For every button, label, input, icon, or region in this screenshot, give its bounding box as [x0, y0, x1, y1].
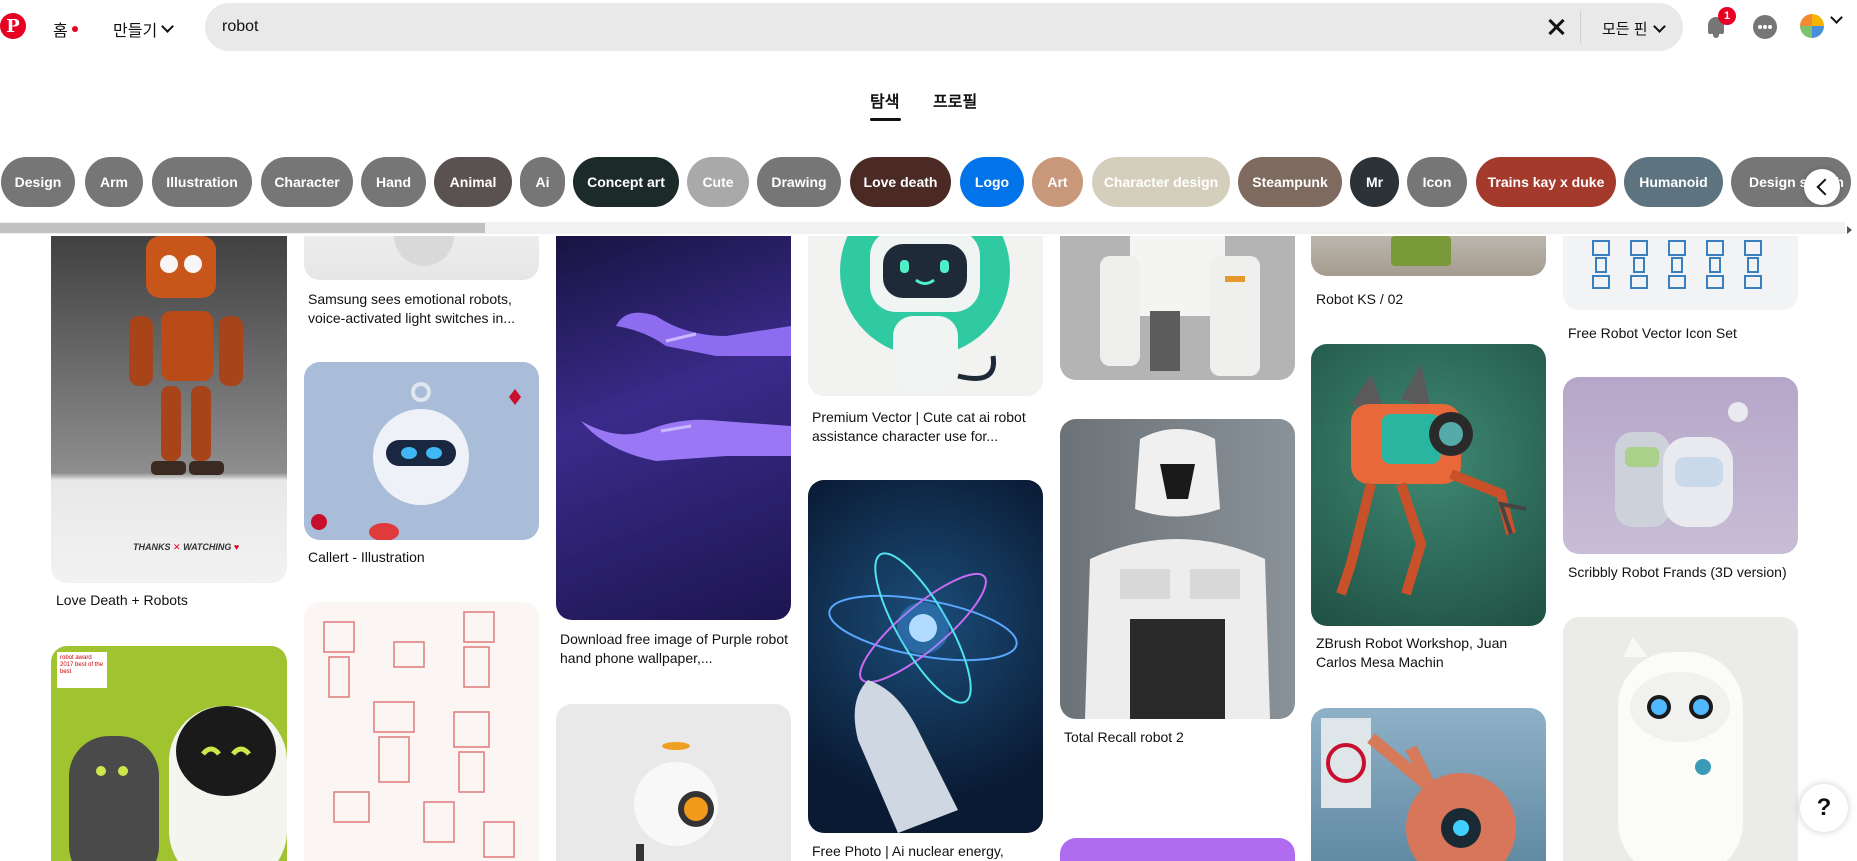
pin-orange-sphere-robot[interactable]	[1311, 708, 1546, 861]
pin-purple-partial[interactable]	[1060, 838, 1295, 861]
chip-hand[interactable]: Hand	[361, 157, 426, 207]
pin-caption[interactable]: Samsung sees emotional robots, voice-act…	[308, 290, 538, 328]
pin-caption[interactable]: Scribbly Robot Frands (3D version)	[1568, 563, 1798, 582]
pin-grid: THANKS ✕ WATCHING ♥ Love Death + Robots …	[0, 236, 1857, 861]
pin-caption[interactable]: Free Photo | Ai nuclear energy,	[812, 842, 1042, 861]
chip-mr[interactable]: Mr	[1350, 157, 1399, 207]
pin-samsung-robot[interactable]	[304, 236, 539, 280]
pin-cute-cat-ai-robot[interactable]	[808, 236, 1043, 396]
pin-caption[interactable]: Callert - Illustration	[308, 548, 538, 567]
chip-label: Art	[1047, 174, 1068, 190]
chip-art[interactable]: Art	[1032, 157, 1083, 207]
chip-label: Love death	[863, 174, 938, 190]
tab-profile[interactable]: 프로필	[933, 88, 977, 112]
chevron-down-icon[interactable]	[1830, 11, 1843, 24]
chip-illustration[interactable]: Illustration	[152, 157, 252, 207]
pin-robot-award[interactable]: robot award 2017 best of the best	[51, 646, 287, 861]
home-notification-dot	[71, 26, 78, 32]
chip-animal[interactable]: Animal	[434, 157, 512, 207]
chip-label: Ai	[535, 174, 550, 190]
pin-caption[interactable]: Love Death + Robots	[56, 591, 286, 610]
help-button[interactable]: ?	[1800, 784, 1848, 832]
pin-caption[interactable]: Free Robot Vector Icon Set	[1568, 324, 1798, 343]
avatar[interactable]	[1800, 14, 1824, 38]
chip-trains-kay-x-duke[interactable]: Trains kay x duke	[1476, 157, 1616, 207]
chip-character-design[interactable]: Character design	[1092, 157, 1230, 207]
search-filter-label: 모든 핀	[1602, 21, 1648, 38]
search-input[interactable]	[222, 18, 1522, 36]
pin-white-mech[interactable]	[1060, 236, 1295, 380]
chip-label: Logo	[974, 174, 1010, 190]
chip-design[interactable]: Design	[1, 157, 75, 207]
notification-badge: 1	[1718, 7, 1736, 25]
chip-humanoid[interactable]: Humanoid	[1624, 157, 1723, 207]
pin-free-robot-vector-icon-set[interactable]	[1563, 236, 1798, 310]
pin-purple-robot-hand[interactable]	[556, 236, 791, 620]
chip-logo[interactable]: Logo	[960, 157, 1024, 207]
chevron-down-icon	[161, 20, 175, 33]
search-divider	[1580, 11, 1581, 43]
chip-label: Illustration	[166, 174, 238, 190]
pin-total-recall-robot[interactable]	[1060, 419, 1295, 719]
chip-label: Humanoid	[1639, 174, 1708, 190]
chevron-left-icon[interactable]	[1804, 169, 1840, 205]
chip-label: Concept art	[587, 174, 665, 190]
search-bar: 모든 핀	[205, 3, 1683, 51]
chip-ai[interactable]: Ai	[520, 157, 565, 207]
chip-label: Drawing	[771, 174, 827, 190]
chip-icon[interactable]: Icon	[1407, 157, 1467, 207]
pin-caption[interactable]: ZBrush Robot Workshop, Juan Carlos Mesa …	[1316, 634, 1546, 672]
top-nav-bar: P 홈 만들기 모든 핀 1	[0, 0, 1857, 56]
chip-label: Animal	[449, 174, 497, 190]
scroll-right-arrow-icon[interactable]	[1847, 226, 1852, 234]
chip-love-death[interactable]: Love death	[850, 157, 951, 207]
chip-label: Arm	[99, 174, 128, 190]
chip-label: Character	[274, 174, 340, 190]
chip-concept-art[interactable]: Concept art	[573, 157, 679, 207]
pinterest-logo-icon[interactable]: P	[0, 13, 26, 39]
tab-explore[interactable]: 탐색	[870, 88, 899, 112]
chip-drawing[interactable]: Drawing	[757, 157, 841, 207]
chip-label: Mr	[1365, 174, 1384, 190]
home-label: 홈	[53, 23, 68, 40]
pin-robot-ks[interactable]	[1311, 236, 1546, 276]
chip-label: Cute	[702, 174, 734, 190]
chip-label: Character design	[1103, 174, 1219, 190]
pin-ai-nuclear-energy[interactable]	[808, 480, 1043, 833]
pin-text: WATCHING	[183, 542, 232, 552]
home-link[interactable]: 홈	[53, 17, 78, 41]
pin-love-death-robots[interactable]: THANKS ✕ WATCHING ♥	[51, 236, 287, 583]
create-menu-button[interactable]: 만들기	[113, 17, 175, 41]
pin-scribbly-robot-frands[interactable]	[1563, 377, 1798, 554]
chip-label: Steampunk	[1252, 174, 1328, 190]
pin-caption[interactable]: Download free image of Purple robot hand…	[560, 630, 790, 668]
pin-caption[interactable]: Total Recall robot 2	[1064, 728, 1294, 747]
pin-flying-robot[interactable]	[556, 704, 791, 861]
pin-robot-sketches[interactable]	[304, 602, 539, 861]
chip-label: Hand	[376, 174, 411, 190]
chevron-down-icon	[1652, 19, 1666, 33]
pin-text: THANKS	[133, 542, 171, 552]
chip-label: Design	[14, 174, 62, 190]
pin-caption[interactable]: Robot KS / 02	[1316, 290, 1546, 309]
pin-callert-illustration[interactable]	[304, 362, 539, 540]
scrollbar-thumb[interactable]	[0, 223, 485, 233]
create-label: 만들기	[113, 23, 158, 40]
chip-character[interactable]: Character	[261, 157, 353, 207]
pin-zbrush-robot-workshop[interactable]	[1311, 344, 1546, 626]
clear-search-icon[interactable]	[1545, 16, 1567, 38]
chat-icon[interactable]	[1753, 15, 1777, 39]
chip-label: Icon	[1422, 174, 1452, 190]
pin-white-companion-robot[interactable]	[1563, 617, 1798, 861]
chip-steampunk[interactable]: Steampunk	[1238, 157, 1342, 207]
filter-chip-row: Design Arm Illustration Character Hand A…	[0, 157, 1857, 209]
chip-label: Trains kay x duke	[1487, 174, 1605, 190]
active-tab-indicator	[870, 118, 901, 121]
pin-caption[interactable]: Premium Vector | Cute cat ai robot assis…	[812, 408, 1042, 446]
search-filter-dropdown[interactable]: 모든 핀	[1602, 18, 1666, 39]
horizontal-scrollbar[interactable]	[0, 222, 1845, 234]
chip-cute[interactable]: Cute	[687, 157, 749, 207]
chip-arm[interactable]: Arm	[85, 157, 143, 207]
